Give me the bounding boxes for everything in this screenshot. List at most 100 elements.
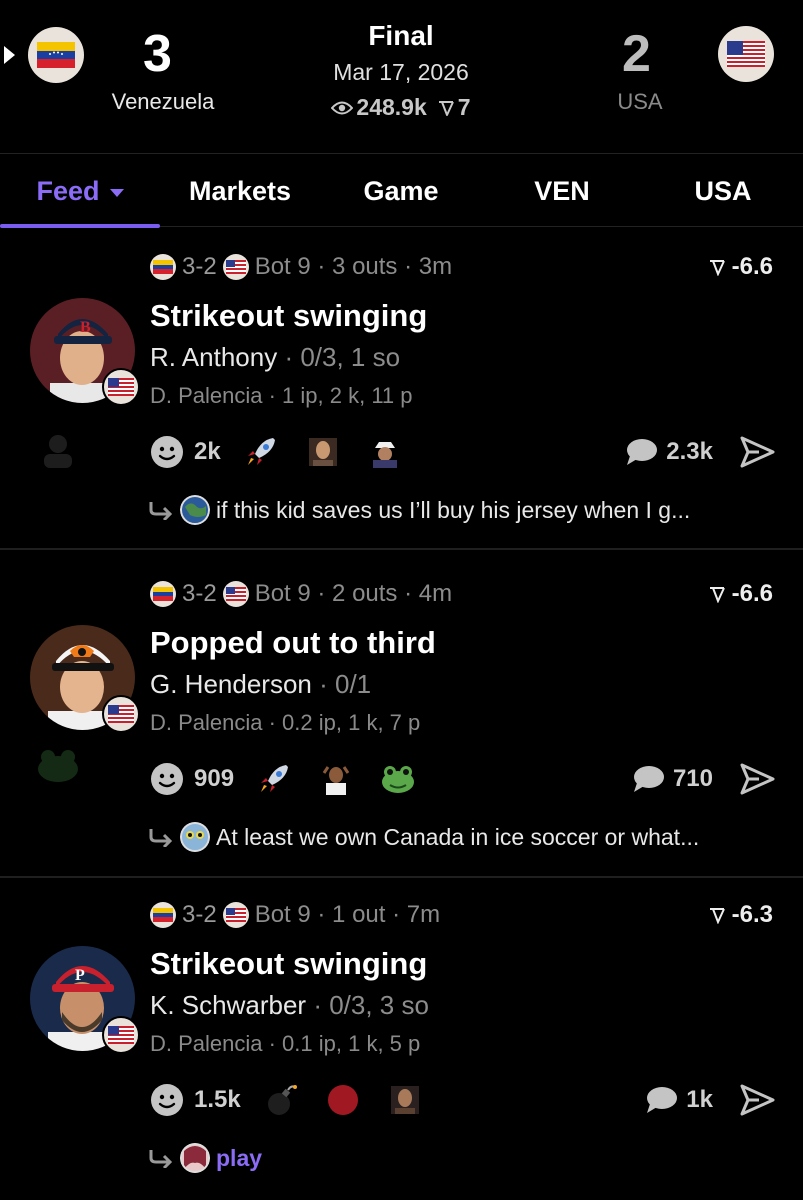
reply-text: At least we own Canada in ice soccer or … bbox=[216, 823, 700, 850]
venezuela-flag-icon bbox=[150, 581, 176, 607]
comment-bubble-icon bbox=[627, 439, 658, 465]
smiley-icon[interactable] bbox=[150, 435, 184, 469]
feed-divider bbox=[0, 548, 803, 550]
reaction-count: 2k bbox=[194, 438, 221, 465]
batter-line: G. Henderson · 0/1 bbox=[150, 669, 371, 700]
comment-count: 2.3k bbox=[666, 438, 713, 465]
bet-count: 7 bbox=[457, 94, 471, 120]
bomb-icon[interactable] bbox=[263, 1082, 299, 1118]
play-score: 3-2 bbox=[182, 253, 217, 280]
tab-feed[interactable]: Feed bbox=[0, 155, 160, 228]
tab-feed-label: Feed bbox=[36, 175, 100, 206]
pitcher-line: D. Palencia · 0.1 ip, 1 k, 5 p bbox=[150, 1031, 421, 1056]
play-inning: Bot 9 · 3 outs · 3m bbox=[254, 253, 453, 280]
reaction-sticker-icon[interactable] bbox=[318, 761, 354, 797]
play-title: Popped out to third bbox=[150, 625, 436, 660]
away-score: 2 bbox=[622, 25, 651, 83]
reactor-avatar-icon bbox=[44, 435, 72, 468]
comment-count: 1k bbox=[686, 1086, 713, 1113]
play-inning: Bot 9 · 1 out · 7m bbox=[254, 901, 441, 928]
batter-line: K. Schwarber · 0/3, 3 so bbox=[150, 990, 429, 1021]
line-movement-icon bbox=[709, 587, 725, 603]
line-value-text: -6.6 bbox=[731, 253, 773, 280]
line-movement-icon bbox=[709, 908, 725, 924]
smiley-icon[interactable] bbox=[150, 762, 184, 796]
frog-icon[interactable] bbox=[380, 761, 416, 797]
tab-usa[interactable]: USA bbox=[643, 155, 803, 227]
comments-button[interactable]: 1k bbox=[644, 1080, 713, 1120]
reaction-count: 909 bbox=[194, 765, 235, 792]
reactions-bar: 2k bbox=[150, 432, 419, 472]
reply-text: if this kid saves us I’ll buy his jersey… bbox=[216, 496, 691, 523]
reaction-sticker-icon[interactable] bbox=[367, 434, 403, 470]
send-icon[interactable] bbox=[739, 761, 775, 797]
comment-bubble-icon bbox=[647, 1087, 678, 1113]
play-meta: 3-2 Bot 9 · 2 outs · 4m bbox=[150, 579, 452, 609]
svg-text:B: B bbox=[80, 319, 91, 336]
red-circle-icon[interactable] bbox=[325, 1082, 361, 1118]
usa-flag-icon bbox=[222, 902, 249, 928]
play-meta: 3-2 Bot 9 · 3 outs · 3m bbox=[150, 252, 452, 282]
reactions-bar: 1.5k bbox=[150, 1080, 439, 1120]
reply-text: play bbox=[216, 1144, 263, 1171]
tab-game[interactable]: Game bbox=[321, 155, 481, 227]
comment-count: 710 bbox=[672, 765, 713, 792]
frog-avatar-icon bbox=[38, 750, 78, 782]
send-icon[interactable] bbox=[739, 434, 775, 470]
game-stats: 248.9k 7 bbox=[301, 94, 501, 121]
play-meta: 3-2 Bot 9 · 1 out · 7m bbox=[150, 900, 440, 930]
top-reply[interactable]: play bbox=[148, 1140, 262, 1176]
play-inning: Bot 9 · 2 outs · 4m bbox=[254, 580, 453, 607]
venezuela-flag-icon bbox=[150, 902, 176, 928]
batter-name: G. Henderson bbox=[150, 669, 312, 699]
send-icon[interactable] bbox=[739, 1082, 775, 1118]
reply-arrow-icon bbox=[149, 502, 173, 520]
feed-item[interactable]: 3-2 Bot 9 · 2 outs · 4m -6.6 Popped out … bbox=[0, 579, 803, 875]
line-value: -6.6 bbox=[708, 579, 773, 609]
game-date: Mar 17, 2026 bbox=[333, 59, 469, 85]
usa-flag-icon bbox=[102, 1016, 140, 1054]
usa-flag-icon bbox=[102, 368, 140, 406]
rocket-icon[interactable] bbox=[256, 761, 292, 797]
batter-line: R. Anthony · 0/3, 1 so bbox=[150, 342, 400, 373]
line-movement-icon bbox=[709, 260, 725, 276]
reply-arrow-icon bbox=[149, 1150, 173, 1168]
venezuela-flag-icon[interactable] bbox=[28, 27, 84, 83]
smiley-icon[interactable] bbox=[150, 1083, 184, 1117]
batter-name: K. Schwarber bbox=[150, 990, 307, 1020]
comments-button[interactable]: 2.3k bbox=[624, 432, 713, 472]
usa-flag-icon[interactable] bbox=[718, 26, 774, 82]
rocket-icon[interactable] bbox=[243, 434, 279, 470]
tab-markets[interactable]: Markets bbox=[160, 155, 320, 227]
line-value: -6.3 bbox=[708, 900, 773, 930]
view-count: 248.9k bbox=[356, 94, 427, 120]
line-value-text: -6.6 bbox=[731, 580, 773, 607]
play-score: 3-2 bbox=[182, 901, 217, 928]
tab-ven[interactable]: VEN bbox=[482, 155, 642, 227]
commenter-avatar[interactable] bbox=[180, 822, 210, 852]
venezuela-flag-icon bbox=[150, 254, 176, 280]
top-reply[interactable]: if this kid saves us I’ll buy his jersey… bbox=[148, 492, 690, 528]
feed-item[interactable]: 3-2 Bot 9 · 3 outs · 3m -6.6 B Strikeout… bbox=[0, 252, 803, 548]
home-score: 3 bbox=[143, 25, 172, 83]
eye-icon bbox=[331, 101, 354, 114]
reactions-bar: 909 bbox=[150, 759, 432, 799]
batter-stats: · 0/1 bbox=[319, 669, 372, 699]
reaction-sticker-icon[interactable] bbox=[305, 434, 341, 470]
top-reply[interactable]: At least we own Canada in ice soccer or … bbox=[148, 819, 699, 855]
commenter-avatar[interactable] bbox=[180, 1143, 210, 1173]
game-status: Final bbox=[368, 20, 434, 51]
home-team-name: Venezuela bbox=[111, 89, 215, 114]
back-arrow-icon[interactable] bbox=[4, 46, 15, 64]
reaction-sticker-icon[interactable] bbox=[387, 1082, 423, 1118]
chevron-down-icon bbox=[109, 188, 124, 197]
line-value-text: -6.3 bbox=[731, 901, 773, 928]
batter-stats: · 0/3, 3 so bbox=[313, 990, 429, 1020]
header-divider bbox=[0, 153, 803, 154]
reply-arrow-icon bbox=[149, 829, 173, 847]
comments-button[interactable]: 710 bbox=[631, 759, 713, 799]
feed-item[interactable]: 3-2 Bot 9 · 1 out · 7m -6.3 P Strikeout … bbox=[0, 900, 803, 1200]
tab-bar: Feed Markets Game VEN USA bbox=[0, 155, 803, 228]
usa-flag-icon bbox=[222, 254, 249, 280]
commenter-avatar[interactable] bbox=[180, 495, 210, 525]
